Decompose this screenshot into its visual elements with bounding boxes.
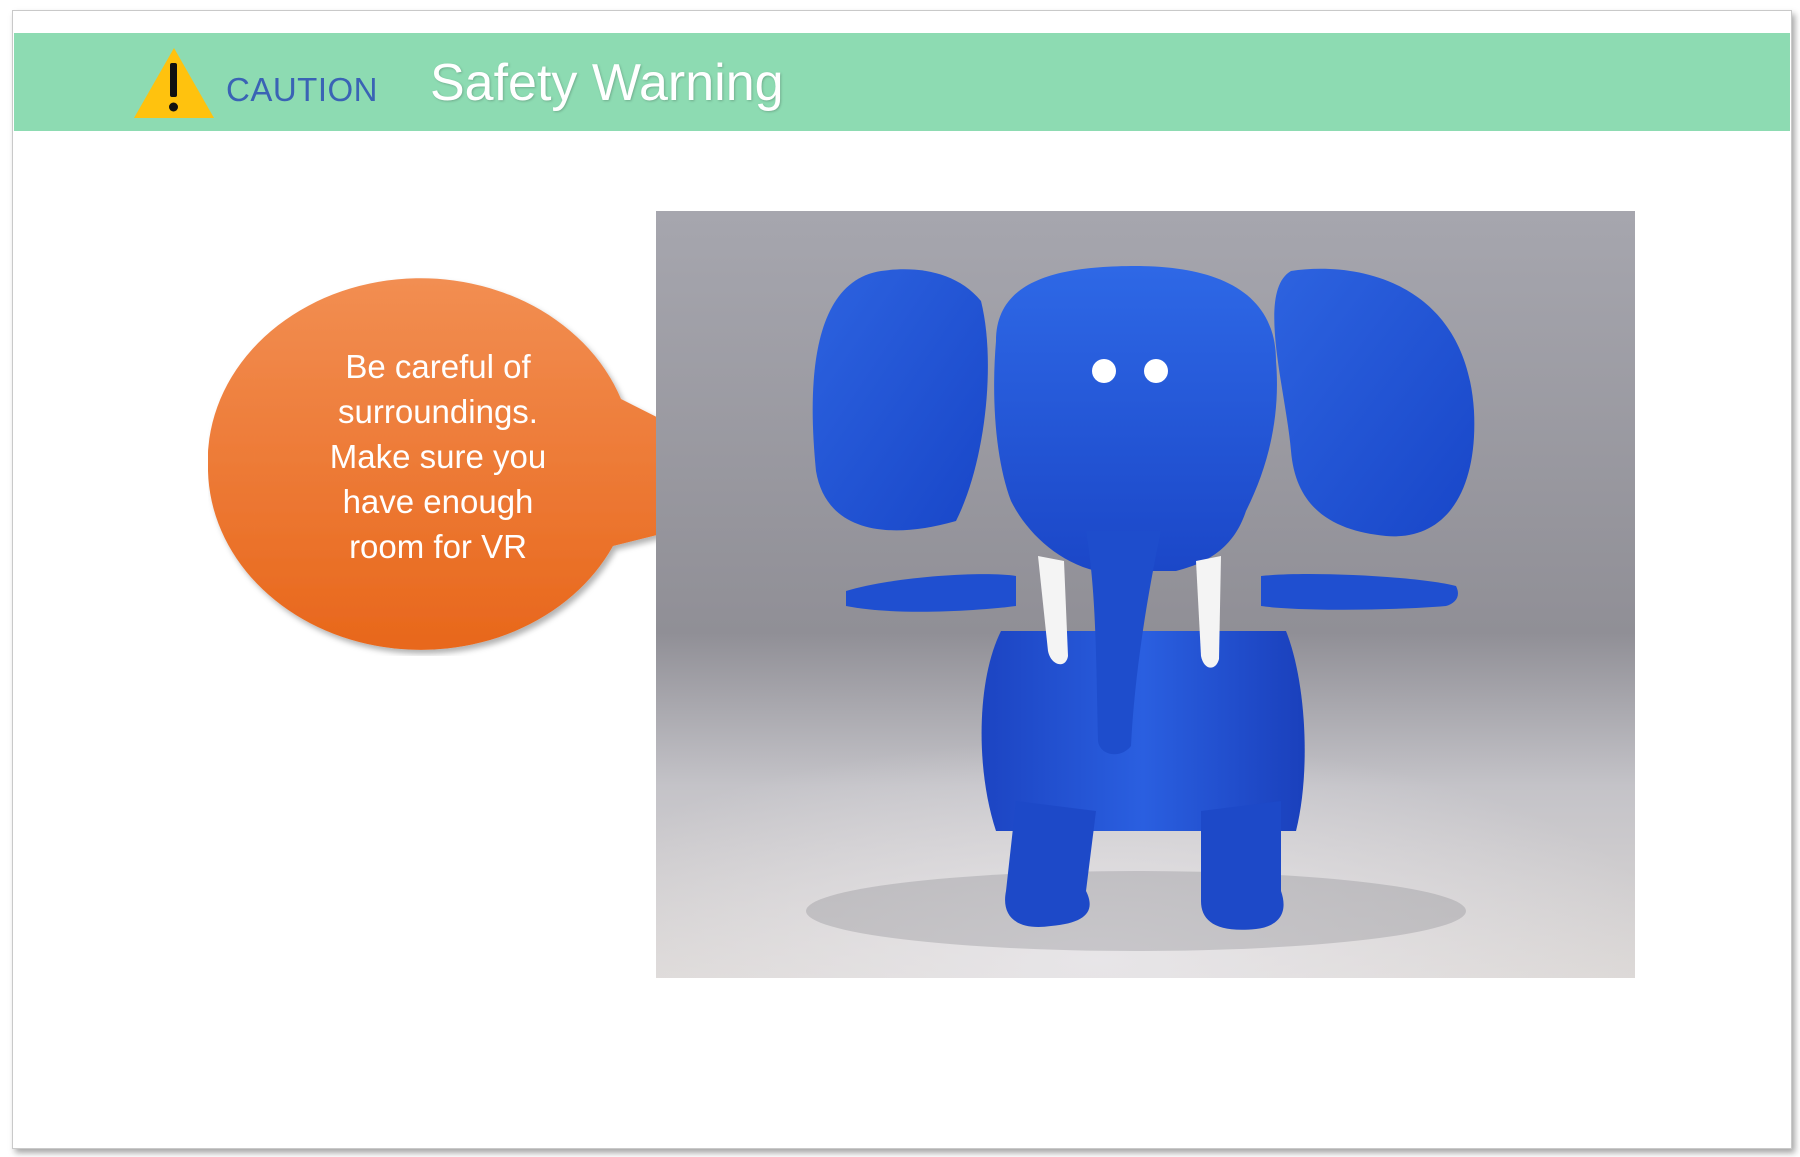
callout-line: surroundings. — [338, 393, 538, 430]
caution-label: CAUTION — [226, 71, 378, 108]
slide: CAUTION Safety Warning Be careful of sur… — [12, 10, 1792, 1149]
callout-line: room for VR — [349, 528, 527, 565]
page-title: Safety Warning — [430, 54, 784, 112]
callout-text: Be careful of surroundings. Make sure yo… — [303, 344, 573, 569]
header-bar: CAUTION Safety Warning — [14, 33, 1790, 131]
callout-line: have enough — [342, 483, 534, 520]
elephant-image — [656, 211, 1635, 978]
warning-triangle-icon — [134, 48, 214, 118]
callout-line: Be careful of — [345, 348, 531, 385]
callout-line: Make sure you — [329, 438, 547, 475]
